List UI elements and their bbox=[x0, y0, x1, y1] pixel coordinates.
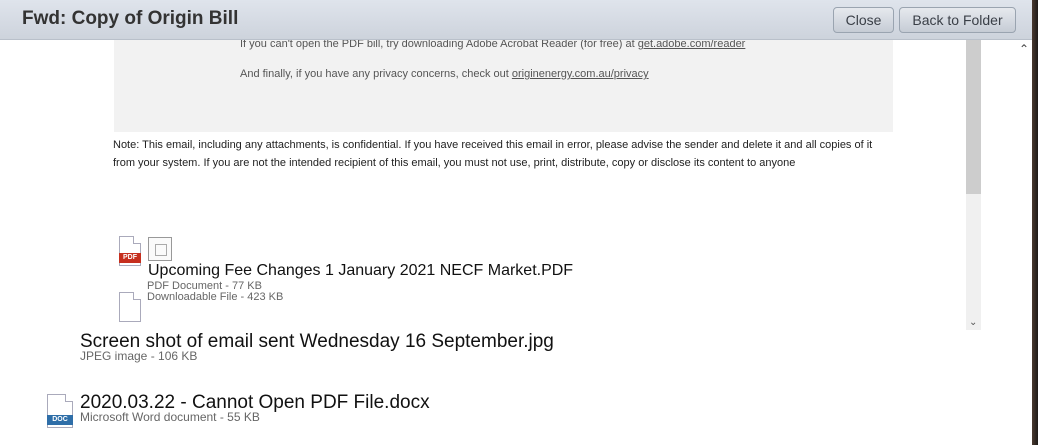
adobe-link[interactable]: get.adobe.com/reader bbox=[638, 40, 746, 50]
doc-badge: DOC bbox=[47, 415, 73, 425]
scroll-down-icon[interactable]: ⌄ bbox=[969, 317, 977, 329]
acrobat-text: If you can't open the PDF bill, try down… bbox=[240, 40, 638, 50]
attachment-meta: Downloadable File - 423 KB bbox=[147, 291, 284, 303]
attachment-meta: JPEG image - 106 KB bbox=[80, 349, 198, 363]
pdf-icon[interactable]: PDF bbox=[119, 236, 141, 266]
privacy-link[interactable]: originenergy.com.au/privacy bbox=[512, 68, 649, 80]
image-thumbnail-icon[interactable] bbox=[148, 237, 172, 261]
inner-scrollbar[interactable]: ⌄ bbox=[966, 40, 981, 330]
email-footer-box: If you can't open the PDF bill, try down… bbox=[114, 40, 893, 132]
attachment-meta: Microsoft Word document - 55 KB bbox=[80, 410, 260, 424]
pdf-badge: PDF bbox=[119, 253, 141, 263]
background-edge bbox=[1032, 0, 1038, 445]
confidentiality-note: Note: This email, including any attachme… bbox=[113, 136, 903, 172]
window-title: Fwd: Copy of Origin Bill bbox=[22, 8, 239, 29]
privacy-text: And finally, if you have any privacy con… bbox=[240, 68, 512, 80]
privacy-line: And finally, if you have any privacy con… bbox=[240, 68, 649, 80]
note-line-1: Note: This email, including any attachme… bbox=[113, 139, 873, 151]
back-to-folder-button[interactable]: Back to Folder bbox=[899, 7, 1016, 33]
acrobat-line: If you can't open the PDF bill, try down… bbox=[240, 40, 745, 50]
close-button[interactable]: Close bbox=[833, 7, 894, 33]
window-titlebar: Fwd: Copy of Origin Bill Close Back to F… bbox=[0, 0, 1038, 40]
doc-icon[interactable]: DOC bbox=[47, 394, 73, 428]
inner-scrollbar-thumb[interactable] bbox=[966, 40, 981, 194]
attachment-name[interactable]: Upcoming Fee Changes 1 January 2021 NECF… bbox=[148, 262, 573, 280]
note-line-2: from your system. If you are not the int… bbox=[113, 157, 796, 169]
file-icon[interactable] bbox=[119, 292, 141, 322]
outer-scrollbar[interactable] bbox=[1017, 40, 1032, 445]
scroll-up-icon[interactable]: ⌃ bbox=[1019, 42, 1029, 56]
